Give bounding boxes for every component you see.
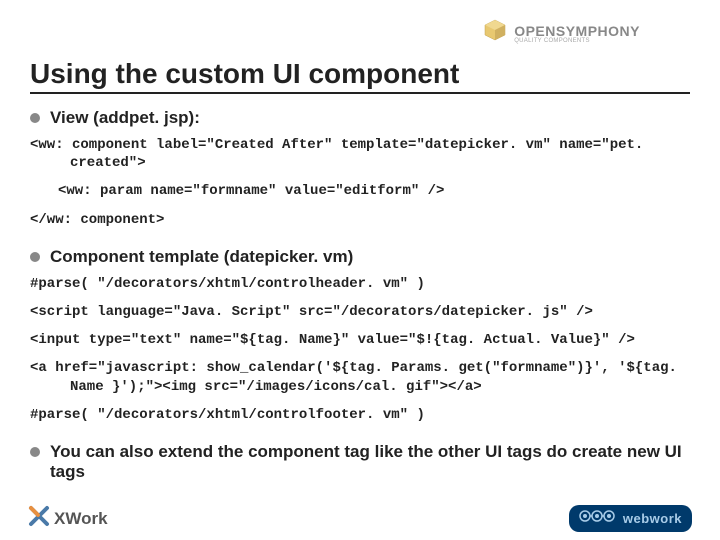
logo-sub-text: QUALITY COMPONENTS [514,38,640,44]
bullet-heading: Component template (datepicker. vm) [50,247,353,267]
logo-main-text: OPENSYMPHONY [514,24,640,38]
footer: XWork webwork [0,505,720,532]
slide-content: Using the custom UI component View (addp… [0,0,720,482]
webwork-text: webwork [623,511,682,526]
bullet-extend: You can also extend the component tag li… [30,442,690,482]
webwork-logo: webwork [569,505,692,532]
cube-icon [482,18,508,49]
code-line: <ww: component label="Created After" tem… [30,136,690,172]
bullet-heading: View (addpet. jsp): [50,108,200,128]
webwork-dots-icon [579,509,615,528]
code-line: <input type="text" name="${tag. Name}" v… [30,331,690,349]
bullet-view: View (addpet. jsp): [30,108,690,128]
bullet-heading: You can also extend the component tag li… [50,442,690,482]
bullet-icon [30,113,40,123]
code-line: </ww: component> [30,211,690,229]
code-line: <ww: param name="formname" value="editfo… [30,182,690,200]
xwork-icon [28,505,50,532]
xwork-text: XWork [54,509,108,529]
bullet-icon [30,252,40,262]
slide-title: Using the custom UI component [30,58,690,94]
code-line: <script language="Java. Script" src="/de… [30,303,690,321]
code-line: #parse( "/decorators/xhtml/controlfooter… [30,406,690,424]
opensymphony-logo: OPENSYMPHONY QUALITY COMPONENTS [482,18,640,49]
code-line: <a href="javascript: show_calendar('${ta… [30,359,690,395]
code-line: #parse( "/decorators/xhtml/controlheader… [30,275,690,293]
bullet-icon [30,447,40,457]
bullet-template: Component template (datepicker. vm) [30,247,690,267]
xwork-logo: XWork [28,505,108,532]
